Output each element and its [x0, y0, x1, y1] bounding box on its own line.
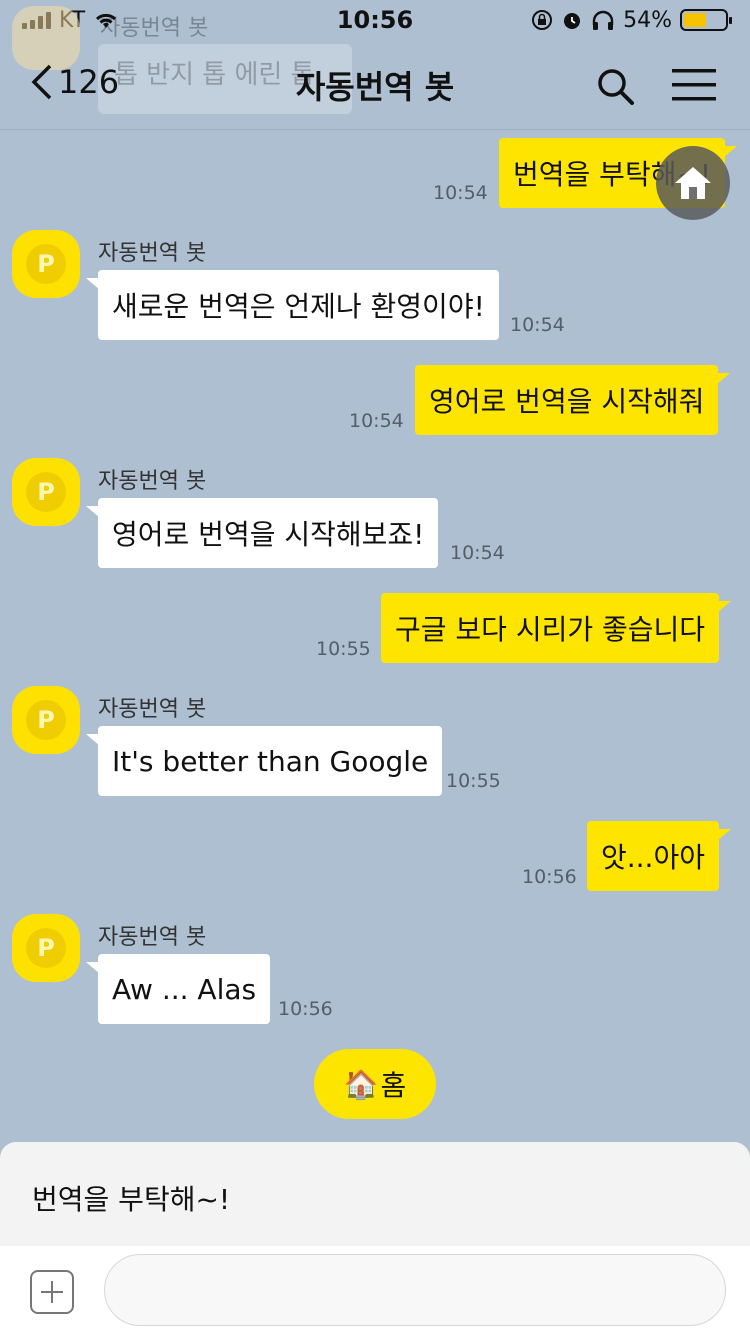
- headphones-icon: [592, 10, 614, 30]
- bot-message[interactable]: It's better than Google: [85, 726, 443, 796]
- bot-avatar[interactable]: P: [12, 458, 80, 526]
- message-input[interactable]: [104, 1254, 726, 1326]
- bot-message[interactable]: 새로운 번역은 언제나 환영이야!: [86, 270, 499, 340]
- message-text: 앗...아아: [601, 841, 705, 874]
- bot-logo-icon: P: [26, 928, 66, 968]
- search-icon[interactable]: [595, 66, 635, 106]
- message-text: 영어로 번역을 시작해보죠!: [112, 518, 425, 551]
- message-time: 10:55: [316, 638, 371, 660]
- battery-percent: 54%: [623, 7, 672, 33]
- bot-logo-icon: P: [26, 700, 66, 740]
- message-time: 10:54: [450, 542, 505, 564]
- message-time: 10:54: [349, 410, 404, 432]
- input-bar: [0, 1246, 750, 1334]
- message-text: Aw ... Alas: [112, 972, 257, 1006]
- message-time: 10:56: [522, 866, 577, 888]
- home-quick-button[interactable]: 🏠 홈: [314, 1049, 436, 1119]
- my-message[interactable]: 앗...아아: [587, 821, 731, 891]
- home-icon: [675, 167, 711, 199]
- quick-reply-suggestion[interactable]: 번역을 부탁해~!: [0, 1142, 750, 1246]
- message-time: 10:54: [510, 314, 565, 336]
- sender-name: 자동번역 봇: [98, 925, 207, 950]
- message-text: 구글 보다 시리가 좋습니다: [395, 613, 706, 646]
- bot-logo-icon: P: [26, 244, 66, 284]
- bot-logo-icon: P: [26, 472, 66, 512]
- house-icon: 🏠: [343, 1067, 379, 1101]
- notification-sender: 자동번역 봇: [100, 16, 209, 41]
- status-right: 54%: [531, 7, 732, 33]
- chat-title: 자동번역 봇: [295, 67, 455, 106]
- menu-icon[interactable]: [672, 68, 716, 102]
- sender-name: 자동번역 봇: [98, 241, 207, 266]
- alarm-icon: [564, 13, 581, 29]
- sender-name: 자동번역 봇: [98, 697, 207, 722]
- battery-fill: [684, 13, 706, 27]
- sender-name: 자동번역 봇: [98, 469, 207, 494]
- battery-icon: [680, 9, 732, 31]
- message-time: 10:55: [446, 770, 501, 792]
- plus-icon[interactable]: [30, 1270, 74, 1314]
- my-message[interactable]: 구글 보다 시리가 좋습니다: [381, 593, 732, 663]
- bot-avatar[interactable]: P: [12, 914, 80, 982]
- message-text: 새로운 번역은 언제나 환영이야!: [112, 290, 485, 323]
- bot-avatar[interactable]: P: [12, 686, 80, 754]
- message-time: 10:56: [278, 998, 333, 1020]
- home-floating-button[interactable]: [656, 146, 730, 220]
- bot-message[interactable]: Aw ... Alas: [85, 954, 271, 1024]
- my-message[interactable]: 영어로 번역을 시작해줘: [415, 365, 731, 435]
- back-button[interactable]: 126: [30, 62, 119, 102]
- bot-avatar[interactable]: P: [12, 230, 80, 298]
- chevron-left-icon: [31, 64, 52, 100]
- home-label: 홈: [380, 1069, 407, 1102]
- message-text: It's better than Google: [112, 744, 429, 778]
- message-time: 10:54: [433, 182, 488, 204]
- unread-count: 126: [58, 63, 120, 101]
- message-text: 영어로 번역을 시작해줘: [429, 385, 705, 418]
- bot-message[interactable]: 영어로 번역을 시작해보죠!: [85, 498, 439, 568]
- chat-header: 126 자동번역 봇: [0, 40, 750, 130]
- orientation-lock-icon: [532, 10, 553, 30]
